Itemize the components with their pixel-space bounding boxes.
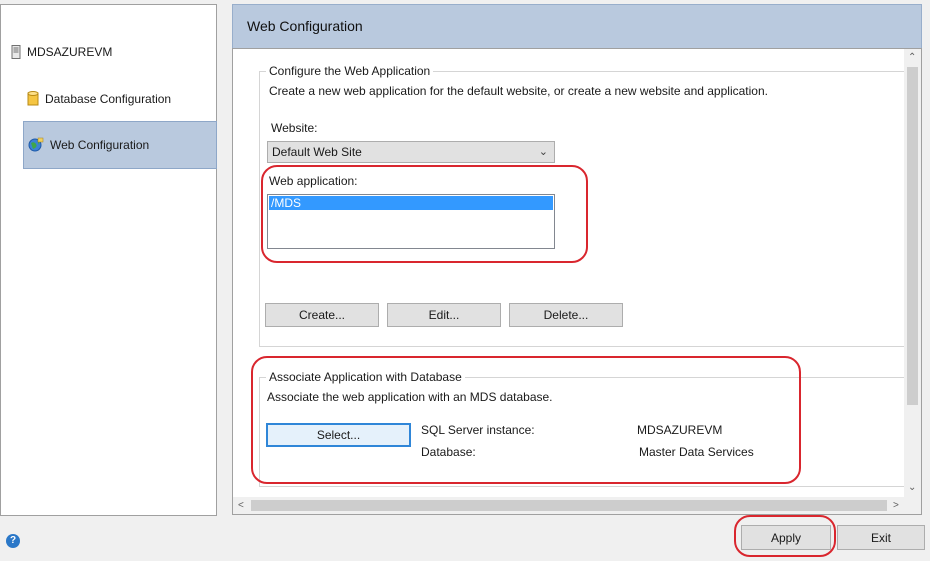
page-header: Web Configuration (232, 4, 922, 48)
database-icon (27, 91, 39, 106)
association-description: Associate the web application with an MD… (267, 390, 553, 404)
scroll-right-icon[interactable]: > (893, 500, 899, 511)
exit-button[interactable]: Exit (837, 525, 925, 550)
globe-icon (28, 137, 44, 152)
select-button[interactable]: Select... (266, 423, 411, 447)
horizontal-scroll-thumb[interactable] (251, 500, 887, 511)
help-icon[interactable]: ? (6, 534, 20, 548)
sql-server-instance-label: SQL Server instance: (421, 423, 535, 437)
chevron-down-icon: ⌄ (538, 146, 548, 158)
association-group-title: Associate Application with Database (266, 370, 465, 384)
server-icon (11, 45, 21, 59)
list-item[interactable]: /MDS (269, 196, 553, 210)
website-dropdown[interactable]: Default Web Site ⌄ (267, 141, 555, 163)
web-application-label: Web application: (269, 174, 358, 188)
page-title: Web Configuration (247, 18, 363, 34)
scroll-down-icon[interactable]: ⌄ (908, 482, 916, 493)
scroll-up-icon[interactable]: ⌃ (908, 52, 916, 63)
server-node[interactable]: MDSAZUREVM (11, 45, 112, 59)
server-node-label: MDSAZUREVM (27, 45, 113, 59)
vertical-scrollbar[interactable]: ⌃ ⌄ (904, 49, 921, 497)
database-label: Database: (421, 445, 476, 459)
navigation-sidebar: MDSAZUREVM Database Configuration Web Co… (0, 4, 217, 516)
sidebar-item-web-configuration[interactable]: Web Configuration (23, 121, 217, 169)
horizontal-scrollbar[interactable]: < > (233, 497, 921, 514)
edit-button[interactable]: Edit... (387, 303, 501, 327)
website-label: Website: (271, 121, 318, 135)
vertical-scroll-thumb[interactable] (907, 67, 918, 405)
sidebar-item-label: Web Configuration (50, 138, 150, 152)
web-application-description: Create a new web application for the def… (269, 84, 768, 98)
apply-button[interactable]: Apply (741, 525, 831, 550)
delete-button[interactable]: Delete... (509, 303, 623, 327)
sidebar-item-label: Database Configuration (45, 92, 172, 106)
website-dropdown-value: Default Web Site (272, 145, 362, 159)
web-application-group-title: Configure the Web Application (266, 64, 434, 78)
scroll-left-icon[interactable]: < (238, 500, 244, 511)
database-value: Master Data Services (639, 445, 754, 459)
sidebar-item-database-configuration[interactable]: Database Configuration (27, 91, 171, 107)
web-application-list[interactable]: /MDS (267, 194, 555, 249)
create-button[interactable]: Create... (265, 303, 379, 327)
content-panel: Configure the Web Application Create a n… (232, 48, 922, 515)
sql-server-instance-value: MDSAZUREVM (637, 423, 723, 437)
